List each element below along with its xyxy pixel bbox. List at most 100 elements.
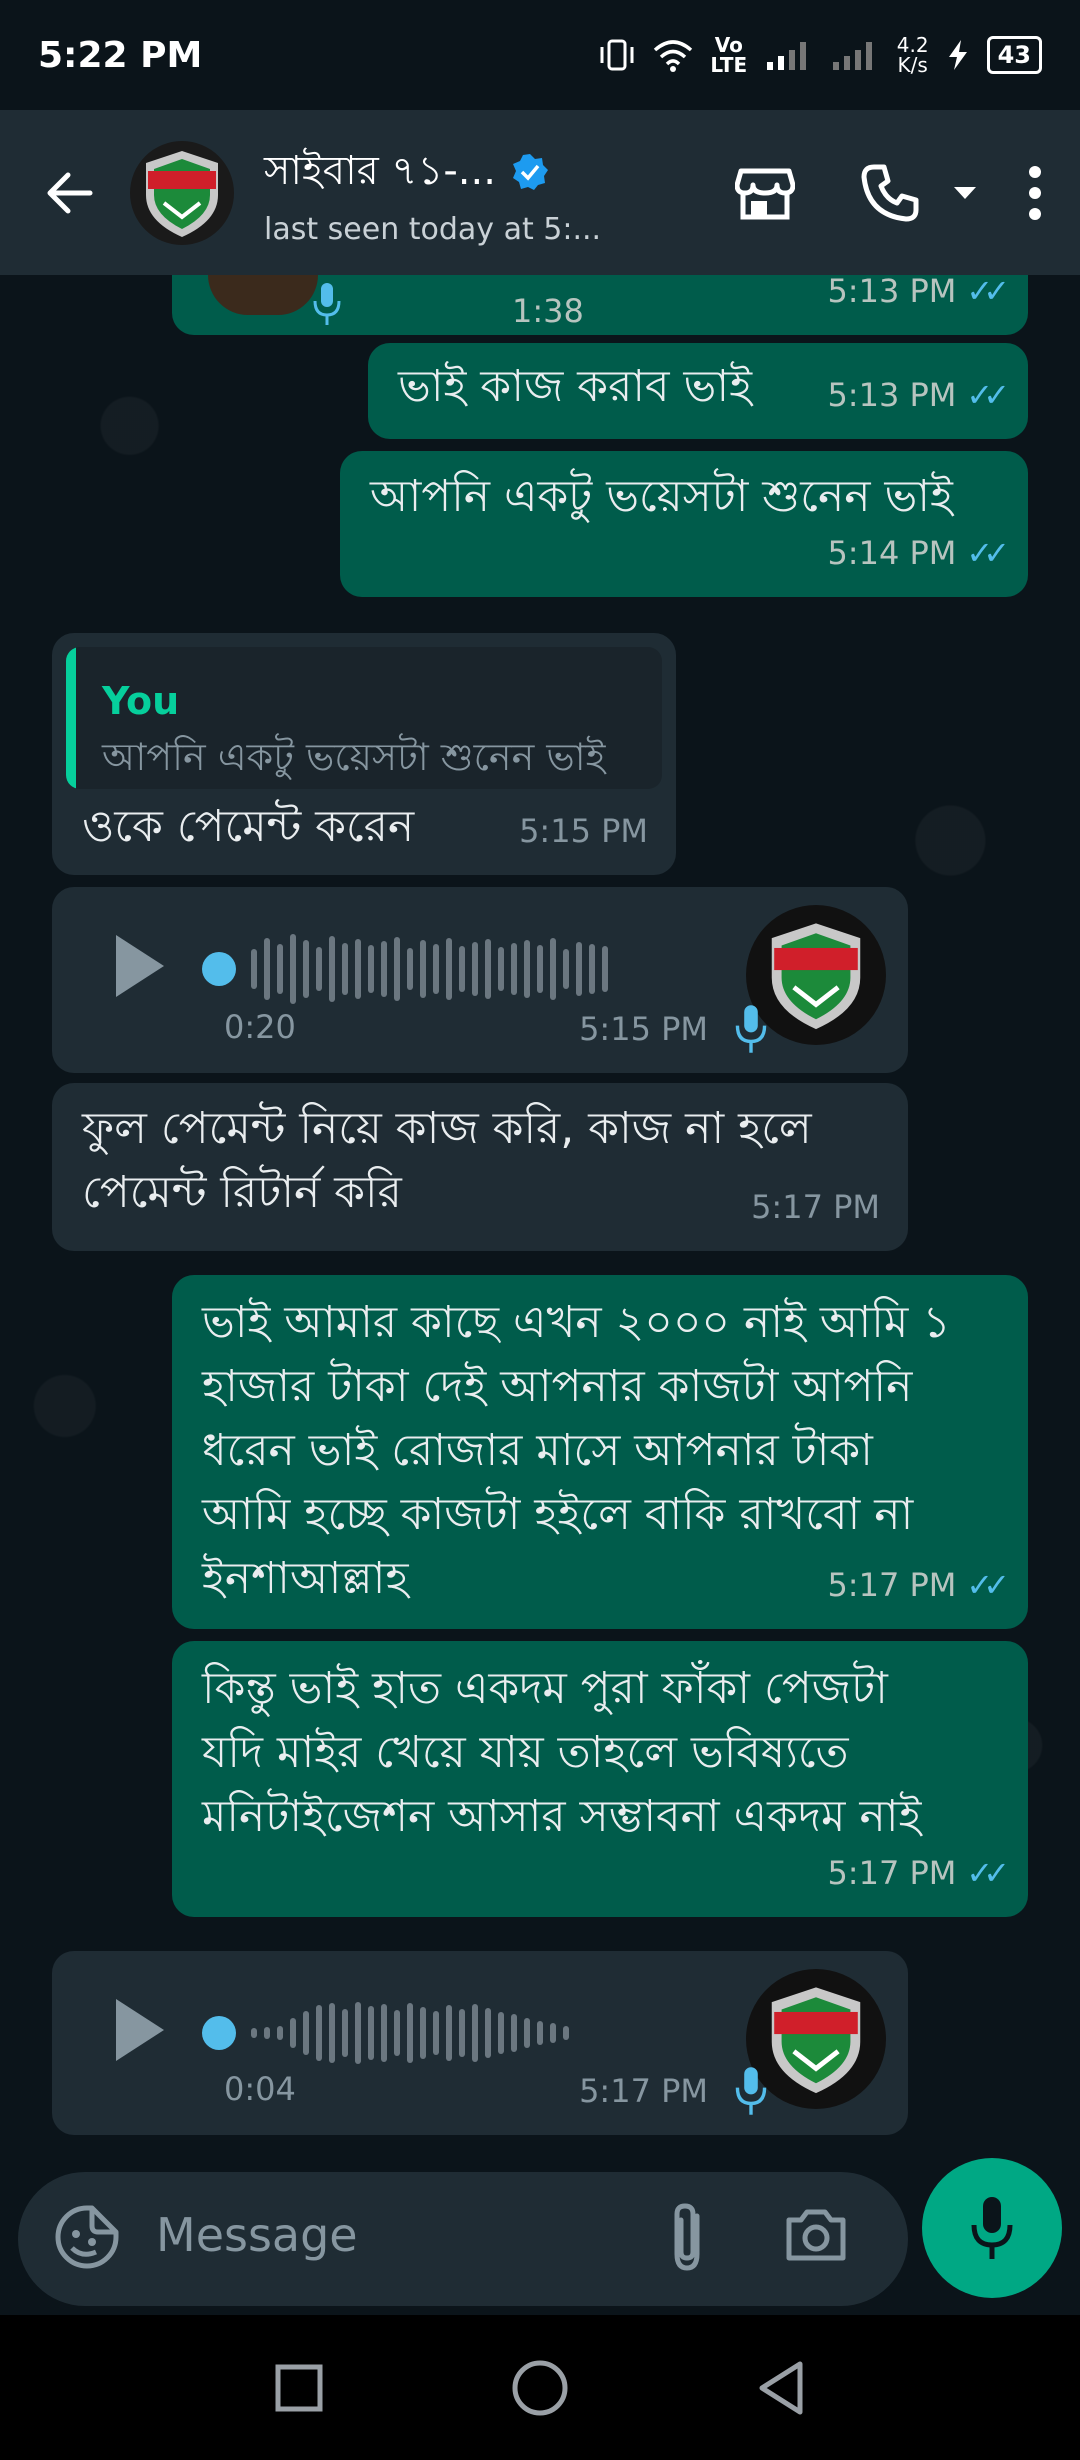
voice-message-incoming[interactable]: 0:04 5:17 PM (52, 1951, 908, 2135)
store-button[interactable] (710, 110, 820, 275)
message-time: 5:17 PM (751, 1188, 880, 1226)
playback-position[interactable] (202, 952, 236, 986)
more-vert-icon (1029, 165, 1041, 220)
waveform-bar (277, 2026, 283, 2040)
signal-icon-2 (832, 42, 872, 70)
composer-bar: Message (0, 2160, 1080, 2315)
back-nav-icon[interactable] (756, 2360, 806, 2416)
message-input-box[interactable]: Message (18, 2172, 908, 2306)
battery-level: 43 (986, 36, 1042, 74)
recents-icon[interactable] (274, 2363, 324, 2413)
message-input[interactable]: Message (156, 2208, 358, 2262)
message-time: 5:17 PM (827, 1854, 957, 1892)
waveform-bar (563, 949, 569, 989)
text-message-outgoing[interactable]: কিন্তু ভাই হাত একদম পুরা ফাঁকা পেজটা যদি… (172, 1641, 1028, 1917)
read-ticks-icon: ✓✓ (966, 534, 1010, 572)
vibrate-icon (600, 39, 634, 71)
status-bar: 5:22 PM Vo LTE 4.2 K/s 43 (0, 0, 1080, 110)
waveform-bar (316, 2005, 322, 2061)
phone-icon (861, 164, 919, 221)
contact-name: সাইবার ৭১-... (264, 147, 496, 194)
play-icon[interactable] (112, 1995, 168, 2065)
home-icon[interactable] (511, 2359, 569, 2417)
waveform-bar (407, 2003, 413, 2063)
quote-author: You (102, 679, 180, 723)
waveform-bar (498, 2012, 504, 2054)
message-meta: 5:13 PM ✓✓ (827, 275, 1009, 323)
cyber71-logo (771, 923, 861, 1030)
contact-name-row: সাইবার ৭১-... (264, 139, 644, 206)
back-button[interactable] (0, 110, 140, 275)
message-time: 5:14 PM (827, 534, 957, 572)
waveform-bar (277, 944, 283, 994)
text-message-incoming[interactable]: ফুল পেমেন্ট নিয়ে কাজ করি, কাজ না হলে পে… (52, 1083, 908, 1251)
message-meta: 5:14 PM ✓✓ (827, 521, 1010, 585)
message-meta: 5:17 PM ✓✓ (827, 1553, 1010, 1617)
voice-message-outgoing[interactable]: 1:38 5:13 PM ✓✓ (172, 275, 1028, 335)
message-line: কিন্তু ভাই হাত একদম পুরা ফাঁকা পেজটা (202, 1663, 888, 1714)
quoted-message[interactable]: You আপনি একটু ভয়েসটা শুনেন ভাই (66, 647, 662, 789)
message-line: পেমেন্ট রিটার্ন করি (82, 1167, 402, 1218)
waveform-bar (303, 2011, 309, 2055)
waveform-bar (459, 946, 465, 992)
waveform-bar (355, 939, 361, 999)
message-text: ওকে পেমেন্ট করেন (82, 801, 415, 852)
waveform-bar (381, 2004, 387, 2062)
wifi-icon (653, 40, 692, 72)
system-nav-bar (0, 2315, 1080, 2460)
waveform-bar (433, 2011, 439, 2055)
message-line: ফুল পেমেন্ট নিয়ে কাজ করি, কাজ না হলে (82, 1103, 812, 1154)
waveform-bar (485, 939, 491, 999)
play-icon[interactable] (112, 931, 168, 1001)
waveform-bar (550, 938, 556, 1000)
message-line: ধরেন ভাই রোজার মাসে আপনার টাকা (202, 1425, 873, 1476)
status-icons: Vo LTE 4.2 K/s 43 (597, 35, 1042, 75)
message-line: মনিটাইজেশন আসার সম্ভাবনা একদম নাই (202, 1791, 922, 1842)
waveform-bar (511, 2014, 517, 2052)
text-message-outgoing[interactable]: ভাই কাজ করাব ভাই 5:13 PM ✓✓ (368, 343, 1028, 439)
waveform-bar (355, 2002, 361, 2064)
message-text: আপনি একটু ভয়েসটা শুনেন ভাই (370, 471, 953, 522)
waveform-bar (368, 2006, 374, 2060)
more-options-button[interactable] (990, 110, 1080, 275)
text-message-outgoing[interactable]: আপনি একটু ভয়েসটা শুনেন ভাই 5:14 PM ✓✓ (340, 451, 1028, 597)
contact-avatar[interactable] (130, 140, 234, 245)
cyber71-logo (146, 150, 218, 237)
voice-record-button[interactable] (922, 2158, 1062, 2298)
call-options-dropdown[interactable] (940, 110, 990, 275)
message-meta: 5:15 PM (519, 799, 648, 863)
mic-icon (735, 1005, 767, 1053)
cyber71-logo (771, 1987, 861, 2094)
chat-area[interactable]: 1:38 5:13 PM ✓✓ ভাই কাজ করাব ভাই 5:13 PM… (0, 275, 1080, 2160)
waveform-bar (589, 944, 595, 994)
text-message-outgoing[interactable]: ভাই আমার কাছে এখন ২০০০ নাই আমি ১ হাজার ট… (172, 1275, 1028, 1629)
voice-message-incoming[interactable]: 0:20 5:15 PM (52, 887, 908, 1073)
message-line: হাজার টাকা দেই আপনার কাজটা আপনি (202, 1361, 913, 1412)
message-meta: 5:17 PM (751, 1175, 880, 1239)
waveform-bar (342, 943, 348, 995)
mic-icon (735, 2067, 767, 2115)
last-seen: last seen today at 5:... (264, 211, 602, 247)
waveform-bar (329, 2003, 335, 2063)
waveform-bar (602, 946, 608, 992)
camera-icon[interactable] (783, 2202, 849, 2268)
message-meta: 5:17 PM (579, 2059, 708, 2123)
message-line: আমি হচ্ছে কাজটা হইলে বাকি রাখবো না (202, 1489, 914, 1540)
read-ticks-icon: ✓✓ (966, 1566, 1010, 1604)
chevron-down-icon (954, 186, 976, 199)
read-ticks-icon: ✓✓ (966, 376, 1010, 414)
voice-thumb (208, 275, 318, 315)
playback-position[interactable] (202, 2016, 236, 2050)
volte-label: Vo LTE (710, 33, 748, 77)
call-button[interactable] (820, 110, 940, 275)
waveform-bar (303, 940, 309, 998)
message-meta: 5:17 PM ✓✓ (827, 1841, 1009, 1905)
sticker-emoji-icon[interactable] (52, 2202, 122, 2272)
waveform-bar (550, 2023, 556, 2043)
reply-message-incoming[interactable]: You আপনি একটু ভয়েসটা শুনেন ভাই ওকে পেমে… (52, 633, 676, 875)
waveform-bar (264, 938, 270, 1000)
attach-icon[interactable] (663, 2200, 713, 2276)
chat-header: সাইবার ৭১-... last seen today at 5:... (0, 110, 1080, 275)
contact-info[interactable]: সাইবার ৭১-... last seen today at 5:... (264, 139, 644, 247)
waveform-bar (251, 2028, 257, 2038)
